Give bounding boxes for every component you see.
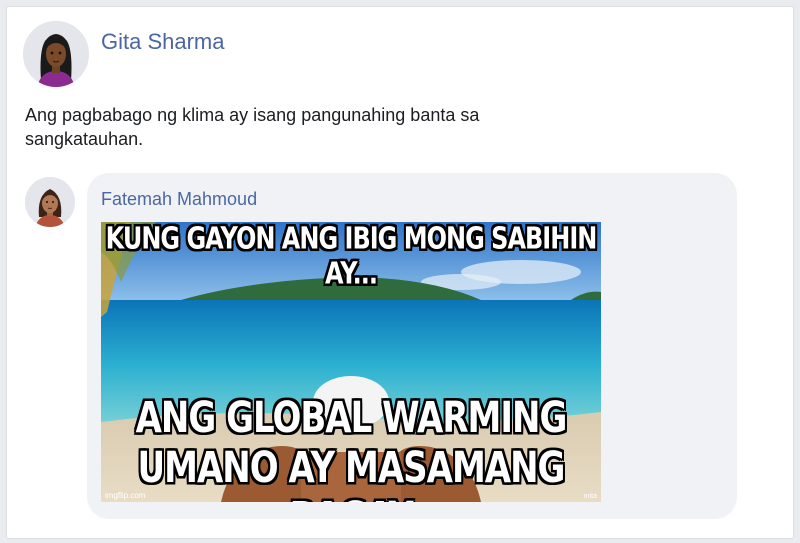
comment-bubble: Fatemah Mahmoud KUNG GAYON ANG IBIG MONG…	[87, 173, 737, 519]
commenter-avatar[interactable]	[25, 177, 75, 227]
meme-watermark: imgflip.com	[105, 491, 146, 500]
meme-top-caption: KUNG GAYON ANG IBIG MONG SABIHIN AY...	[105, 222, 598, 291]
post-text: Ang pagbabago ng klima ay isang pangunah…	[25, 105, 480, 149]
commenter-name-link[interactable]: Fatemah Mahmoud	[101, 189, 257, 210]
poster-avatar[interactable]	[23, 21, 89, 87]
meme-bottom-caption: ANG GLOBAL WARMING UMANO AY MASAMANG BAG…	[135, 393, 568, 502]
meme-corner-mark: mita	[583, 493, 597, 500]
poster-avatar-illustration	[23, 21, 89, 87]
post-card: Gita Sharma Ang pagbabago ng klima ay is…	[6, 6, 794, 539]
meme-image[interactable]: KUNG GAYON ANG IBIG MONG SABIHIN AY... A…	[101, 222, 601, 502]
poster-name-link[interactable]: Gita Sharma	[101, 29, 225, 55]
commenter-avatar-illustration	[25, 177, 75, 227]
